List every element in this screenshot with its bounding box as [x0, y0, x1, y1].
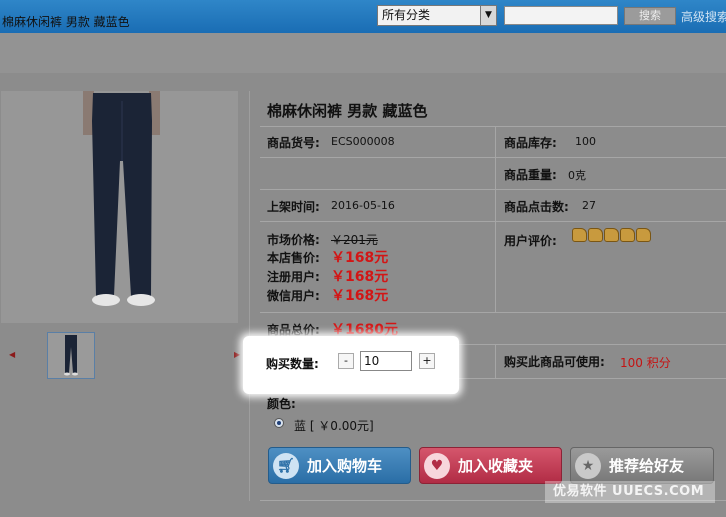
- member-price-label: 注册用户:: [267, 270, 320, 284]
- category-select[interactable]: 所有分类 ▼: [377, 5, 497, 26]
- add-to-favorites-label: 加入收藏夹: [458, 457, 534, 475]
- product-main-image[interactable]: [1, 91, 238, 323]
- chevron-down-icon: ▼: [480, 6, 496, 25]
- points-value: 100 积分: [620, 356, 671, 370]
- quantity-label: 购买数量:: [266, 357, 319, 371]
- quantity-input[interactable]: 10: [360, 351, 412, 371]
- pants-image: [1, 91, 238, 323]
- divider: [260, 221, 726, 222]
- weight-label: 商品重量:: [504, 168, 557, 182]
- divider: [495, 126, 496, 312]
- category-select-value: 所有分类: [382, 8, 431, 22]
- cart-icon: 🛒︎: [273, 452, 299, 479]
- star-icon: ★: [575, 452, 601, 479]
- next-arrow-icon[interactable]: ▶: [234, 350, 240, 359]
- weight-value: 0克: [568, 169, 586, 182]
- recommend-label: 推荐给好友: [609, 457, 685, 475]
- watermark: 优易软件 UUECS.COM: [545, 481, 715, 503]
- divider: [260, 126, 726, 127]
- thumbs-up-icon: [636, 228, 651, 242]
- add-to-cart-label: 加入购物车: [307, 457, 383, 475]
- thumbnail-image: [64, 335, 78, 376]
- thumbnail[interactable]: [47, 332, 95, 379]
- breadcrumb-bar: [0, 33, 726, 73]
- thumbs-up-icon: [604, 228, 619, 242]
- shop-price-label: 本店售价:: [267, 251, 320, 265]
- shop-price: ￥168元: [331, 250, 389, 266]
- heart-icon: ♥: [424, 452, 450, 479]
- market-price: ￥201元: [331, 233, 378, 247]
- product-info-panel: [249, 91, 726, 501]
- add-to-favorites-button[interactable]: ♥ 加入收藏夹: [419, 447, 562, 484]
- divider: [260, 157, 726, 158]
- advanced-search-link[interactable]: 高级搜索: [681, 8, 726, 25]
- color-label: 颜色:: [267, 397, 296, 411]
- points-label: 购买此商品可使用:: [504, 355, 605, 369]
- wechat-price-label: 微信用户:: [267, 289, 320, 303]
- product-title: 棉麻休闲裤 男款 藏蓝色: [267, 102, 428, 120]
- breadcrumb: 棉麻休闲裤 男款 藏蓝色: [2, 15, 130, 29]
- wechat-price: ￥168元: [331, 288, 389, 304]
- sku-label: 商品货号:: [267, 136, 320, 150]
- recommend-button[interactable]: ★ 推荐给好友: [570, 447, 714, 484]
- color-radio[interactable]: [274, 418, 284, 428]
- date-label: 上架时间:: [267, 200, 320, 214]
- date-value: 2016-05-16: [331, 199, 395, 212]
- clicks-value: 27: [582, 199, 596, 212]
- divider: [260, 189, 726, 190]
- market-price-label: 市场价格:: [267, 233, 320, 247]
- rating-stars: [572, 228, 651, 242]
- thumbs-up-icon: [588, 228, 603, 242]
- rating-label: 用户评价:: [504, 234, 557, 248]
- sku-value: ECS000008: [331, 135, 395, 148]
- member-price: ￥168元: [331, 269, 389, 285]
- color-option-label: 蓝 [ ￥0.00元]: [294, 419, 374, 433]
- divider: [260, 312, 726, 313]
- stock-value: 100: [575, 135, 596, 148]
- search-button[interactable]: 搜索: [624, 7, 676, 25]
- divider: [495, 344, 496, 378]
- add-to-cart-button[interactable]: 🛒︎ 加入购物车: [268, 447, 411, 484]
- thumbs-up-icon: [620, 228, 635, 242]
- quantity-minus-button[interactable]: -: [338, 353, 354, 369]
- thumbs-up-icon: [572, 228, 587, 242]
- clicks-label: 商品点击数:: [504, 200, 569, 214]
- quantity-plus-button[interactable]: +: [419, 353, 435, 369]
- prev-arrow-icon[interactable]: ◀: [9, 350, 15, 359]
- stock-label: 商品库存:: [504, 136, 557, 150]
- search-input[interactable]: [504, 6, 618, 25]
